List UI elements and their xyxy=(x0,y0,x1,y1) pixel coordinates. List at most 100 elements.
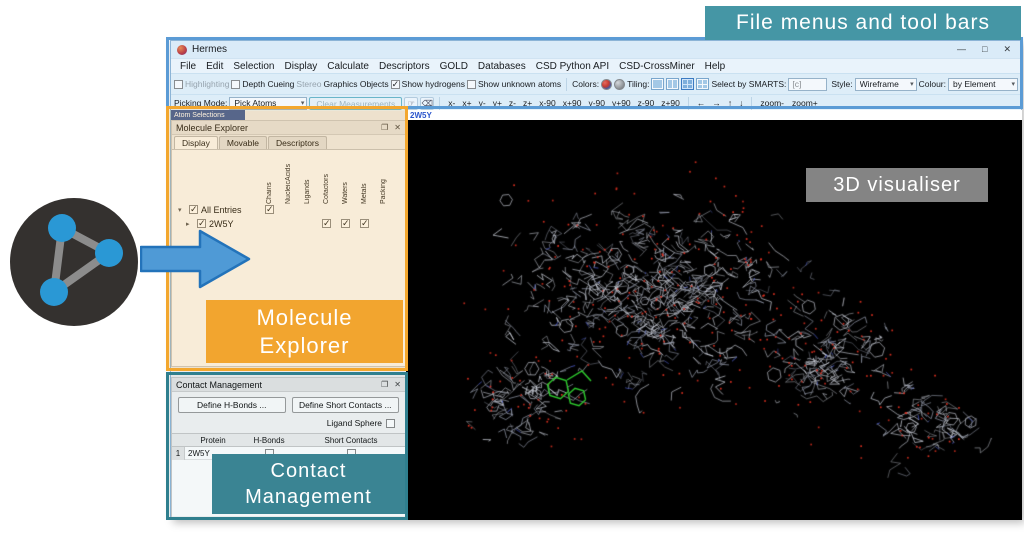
hermes-logo xyxy=(8,196,141,329)
column-header: Metals xyxy=(361,154,368,204)
tab-movable[interactable]: Movable xyxy=(219,136,267,149)
menu-item[interactable]: Help xyxy=(700,61,731,72)
divider xyxy=(566,78,567,91)
menu-item[interactable]: Selection xyxy=(228,61,279,72)
picking-mode-value: Pick Atoms xyxy=(234,98,276,108)
menu-item[interactable]: Calculate xyxy=(322,61,374,72)
show-hydrogens-checkbox[interactable] xyxy=(391,80,400,89)
depth-cueing-label: Depth Cueing xyxy=(242,79,294,89)
all-entries-checkbox[interactable] xyxy=(189,205,198,214)
close-panel-icon[interactable]: ✕ xyxy=(394,123,401,132)
show-unknown-atoms-checkbox[interactable] xyxy=(467,80,476,89)
ligand-sphere-label: Ligand Sphere xyxy=(327,418,382,428)
color-by-element-icon[interactable] xyxy=(601,79,612,90)
menu-item[interactable]: CSD Python API xyxy=(531,61,614,72)
zoom-out-button[interactable]: zoom- xyxy=(757,98,787,108)
tree-row-all-entries[interactable]: ▾ All Entries xyxy=(178,204,242,215)
rotate-button[interactable]: y+ xyxy=(490,98,505,108)
divider xyxy=(688,97,689,110)
annotation-label-contact-management: Contact Management xyxy=(212,454,405,514)
depth-cueing-checkbox[interactable] xyxy=(231,80,240,89)
tiling-single-icon[interactable] xyxy=(651,78,664,90)
hbonds-column-header: H-Bonds xyxy=(241,436,297,445)
close-button[interactable]: ✕ xyxy=(1003,44,1011,55)
smarts-label: Select by SMARTS: xyxy=(711,79,786,89)
menu-item[interactable]: Edit xyxy=(201,61,228,72)
translate-button[interactable]: ← xyxy=(694,98,709,108)
rotate-button[interactable]: y- xyxy=(476,98,489,108)
molecule-explorer-titlebar: Molecule Explorer ❐ ✕ xyxy=(172,121,405,135)
rotate-button[interactable]: y+90 xyxy=(609,98,634,108)
colour-select[interactable]: by Element xyxy=(948,78,1018,91)
picking-mode-select[interactable]: Pick Atoms xyxy=(229,97,307,110)
tiling-grid-icon[interactable] xyxy=(681,78,694,90)
rotate-button[interactable]: x-90 xyxy=(536,98,559,108)
menu-item[interactable]: Descriptors xyxy=(374,61,435,72)
define-hbonds-button[interactable]: Define H-Bonds ... xyxy=(178,397,286,413)
2w5y-cofactors-checkbox[interactable] xyxy=(322,219,331,228)
menu-item[interactable]: Display xyxy=(280,61,323,72)
translate-button[interactable]: → xyxy=(709,98,724,108)
atom-selections-strip[interactable]: Atom Selections xyxy=(171,110,245,120)
maximize-button[interactable]: □ xyxy=(982,44,987,55)
viewer-entry-tab[interactable]: 2W5Y xyxy=(406,110,1022,120)
float-panel-icon[interactable]: ❐ xyxy=(381,380,388,389)
rotate-button[interactable]: z-90 xyxy=(635,98,658,108)
column-header: Chains xyxy=(266,154,273,204)
menu-item[interactable]: GOLD xyxy=(435,61,473,72)
annotation-text: Management xyxy=(245,484,372,510)
rotate-button[interactable]: x+90 xyxy=(560,98,585,108)
rotate-button[interactable]: y-90 xyxy=(585,98,608,108)
rotate-button[interactable]: z+90 xyxy=(658,98,683,108)
menu-item[interactable]: Databases xyxy=(473,61,531,72)
column-header: Waters xyxy=(342,154,349,204)
rotate-button[interactable]: x- xyxy=(445,98,458,108)
tree-label-2w5y: 2W5Y xyxy=(209,219,234,229)
annotation-label-molecule-explorer: Molecule Explorer xyxy=(206,300,403,363)
screenshot-stage: File menus and tool bars Hermes — □ ✕ Fi… xyxy=(0,0,1024,542)
float-panel-icon[interactable]: ❐ xyxy=(381,123,388,132)
2w5y-metals-checkbox[interactable] xyxy=(360,219,369,228)
2w5y-waters-checkbox[interactable] xyxy=(341,219,350,228)
style-value: Wireframe xyxy=(860,79,899,89)
pick-hand-icon[interactable]: ☞ xyxy=(404,97,418,110)
define-short-contacts-button[interactable]: Define Short Contacts ... xyxy=(292,397,400,413)
rotate-button[interactable]: z- xyxy=(506,98,519,108)
tiling-columns-icon[interactable] xyxy=(666,78,679,90)
tiling-label: Tiling: xyxy=(627,79,649,89)
contact-management-titlebar: Contact Management ❐ ✕ xyxy=(172,378,405,392)
translate-button[interactable]: ↑ xyxy=(725,98,735,108)
contact-management-title: Contact Management xyxy=(176,380,262,390)
rotate-button[interactable]: z+ xyxy=(520,98,535,108)
minimize-button[interactable]: — xyxy=(957,44,966,55)
picking-mode-label: Picking Mode: xyxy=(174,98,227,108)
tab-descriptors[interactable]: Descriptors xyxy=(268,136,327,149)
navigation-toolbar: Picking Mode: Pick Atoms Clear Measureme… xyxy=(171,94,1021,111)
expand-closed-icon[interactable]: ▸ xyxy=(186,220,194,228)
style-select[interactable]: Wireframe xyxy=(855,78,917,91)
menu-item[interactable]: File xyxy=(175,61,201,72)
column-header: Cofactors xyxy=(323,154,330,204)
app-icon xyxy=(177,45,187,55)
translate-button[interactable]: ↓ xyxy=(736,98,746,108)
erase-measurements-icon[interactable]: ⌫ xyxy=(420,97,434,110)
tiling-rows-icon[interactable] xyxy=(696,78,709,90)
tab-display[interactable]: Display xyxy=(174,136,218,149)
colour-label: Colour: xyxy=(919,79,946,89)
all-entries-chains-checkbox[interactable] xyxy=(265,205,274,214)
menu-item[interactable]: CSD-CrossMiner xyxy=(614,61,700,72)
zoom-in-button[interactable]: zoom+ xyxy=(789,98,821,108)
close-panel-icon[interactable]: ✕ xyxy=(394,380,401,389)
graphics-objects-label[interactable]: Graphics Objects xyxy=(323,79,388,89)
smarts-input[interactable]: [c] xyxy=(788,78,827,91)
row-index: 1 xyxy=(172,447,185,460)
expand-open-icon[interactable]: ▾ xyxy=(178,206,186,214)
ligand-sphere-checkbox[interactable] xyxy=(386,419,395,428)
2w5y-checkbox[interactable] xyxy=(197,219,206,228)
highlighting-checkbox[interactable] xyxy=(174,80,183,89)
color-uniform-icon[interactable] xyxy=(614,79,625,90)
rotate-button[interactable]: x+ xyxy=(459,98,474,108)
contacts-table-header: Protein H-Bonds Short Contacts xyxy=(172,434,405,447)
clear-measurements-button[interactable]: Clear Measurements xyxy=(309,97,402,110)
molecule-explorer-title: Molecule Explorer xyxy=(176,123,248,133)
